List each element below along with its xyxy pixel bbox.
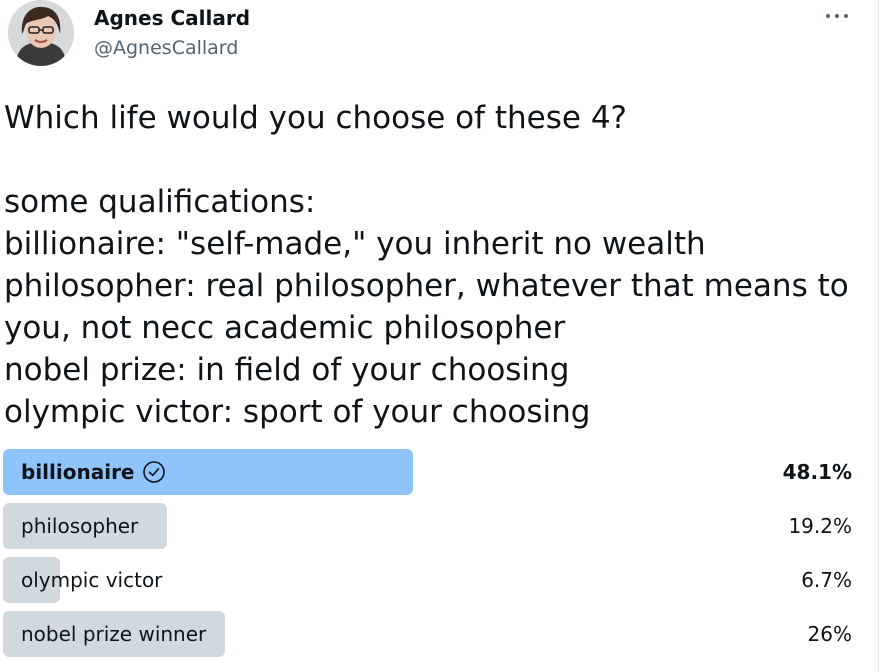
tweet-header: Agnes Callard @AgnesCallard <box>8 0 858 80</box>
more-button[interactable] <box>818 4 858 28</box>
poll-option-text: billionaire <box>21 460 135 484</box>
poll-option-percent: 6.7% <box>801 568 852 592</box>
user-name[interactable]: Agnes Callard <box>94 6 250 30</box>
poll-option-label: philosopher <box>21 503 138 549</box>
poll-option-label: billionaire <box>21 449 166 495</box>
poll-option-percent: 48.1% <box>782 460 852 484</box>
timeline-border <box>878 0 891 672</box>
poll-option-percent: 26% <box>807 622 852 646</box>
poll-option-text: philosopher <box>21 514 139 538</box>
poll-option-text: olympic victor <box>21 568 163 592</box>
poll-option-label: nobel prize winner <box>21 611 206 657</box>
tweet-text: Which life would you choose of these 4? … <box>4 100 849 430</box>
check-circle-icon <box>142 461 165 483</box>
poll-option-percent: 19.2% <box>788 514 852 538</box>
user-handle[interactable]: @AgnesCallard <box>94 37 238 59</box>
poll-option-olympic-victor[interactable]: olympic victor 6.7% <box>3 557 856 603</box>
poll-option-philosopher[interactable]: philosopher 19.2% <box>3 503 856 549</box>
avatar[interactable] <box>8 0 74 66</box>
poll-option-billionaire[interactable]: billionaire 48.1% <box>3 449 856 495</box>
poll-option-nobel-prize-winner[interactable]: nobel prize winner 26% <box>3 611 856 657</box>
poll: billionaire 48.1% philosopher 19.2% olym… <box>3 449 856 665</box>
avatar-image <box>8 0 74 66</box>
poll-option-label: olympic victor <box>21 557 162 603</box>
poll-option-text: nobel prize winner <box>21 622 207 646</box>
